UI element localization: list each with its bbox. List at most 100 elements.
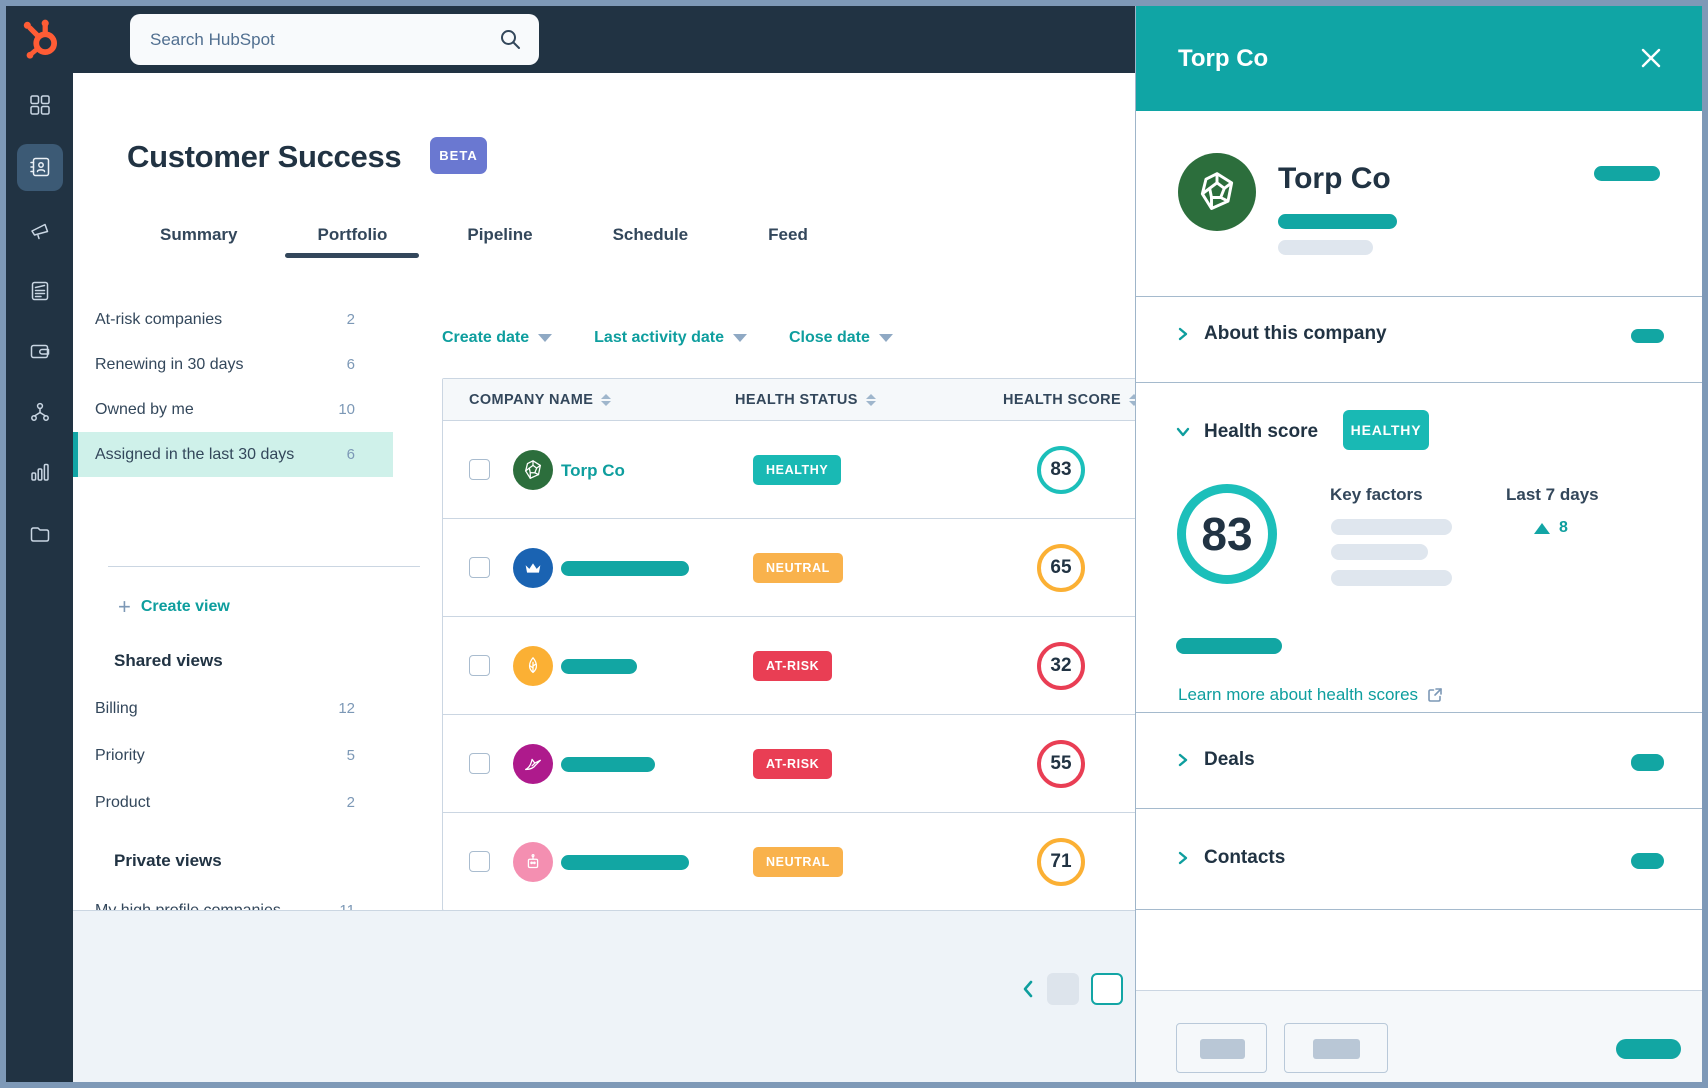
- view-item-priority[interactable]: Priority 5: [73, 733, 393, 778]
- search-input[interactable]: [130, 14, 539, 65]
- tab-portfolio[interactable]: Portfolio: [317, 225, 387, 258]
- filter-last-activity-date[interactable]: Last activity date: [594, 329, 747, 347]
- column-header-health-status[interactable]: HEALTH STATUS: [735, 379, 876, 421]
- private-views-heading: Private views: [114, 851, 222, 871]
- folder-icon[interactable]: [29, 523, 51, 545]
- health-score-ring: 65: [1037, 544, 1085, 592]
- bar-chart-icon[interactable]: [29, 461, 51, 483]
- health-status-badge: AT-RISK: [753, 749, 832, 779]
- contacts-icon[interactable]: [29, 156, 51, 178]
- company-link[interactable]: Torp Co: [561, 461, 625, 481]
- skeleton-bar: [1331, 519, 1452, 535]
- section-about-toggle[interactable]: About this company: [1176, 323, 1387, 345]
- section-contacts: Contacts: [1136, 808, 1702, 909]
- health-status-badge: HEALTHY: [753, 455, 841, 485]
- close-icon[interactable]: [1639, 46, 1663, 70]
- wallet-icon[interactable]: [29, 340, 51, 362]
- view-item-billing[interactable]: Billing 12: [73, 686, 393, 731]
- filter-bar: Create date Last activity date Close dat…: [442, 329, 893, 347]
- view-item-renewing[interactable]: Renewing in 30 days 6: [73, 342, 393, 387]
- section-about-company: About this company: [1136, 296, 1702, 382]
- company-detail-panel: Torp Co Torp Co About this company Healt…: [1135, 6, 1702, 1082]
- view-count: 12: [338, 700, 355, 717]
- panel-header: Torp Co: [1136, 6, 1702, 111]
- hubspot-logo[interactable]: [20, 18, 62, 60]
- footer-primary-action[interactable]: [1616, 1039, 1681, 1059]
- company-avatar-crown-icon: [513, 548, 553, 588]
- dashboard-grid-icon[interactable]: [29, 94, 51, 116]
- chevron-right-icon: [1176, 753, 1190, 767]
- skeleton-action[interactable]: [1631, 853, 1664, 869]
- document-icon[interactable]: [29, 280, 51, 302]
- section-deals-toggle[interactable]: Deals: [1176, 749, 1255, 771]
- filter-create-date[interactable]: Create date: [442, 329, 552, 347]
- create-view-button[interactable]: + Create view: [118, 597, 230, 617]
- footer-button-1[interactable]: [1176, 1023, 1267, 1073]
- section-health-score: Health score HEALTHY 83 Key factors Last…: [1136, 382, 1702, 712]
- top-navigation-bar: [6, 6, 1135, 73]
- filter-close-date[interactable]: Close date: [789, 329, 893, 347]
- skeleton-action[interactable]: [1631, 754, 1664, 771]
- redacted-company-name: [561, 561, 689, 576]
- previous-page-chevron-icon[interactable]: [1021, 980, 1035, 998]
- skeleton-action[interactable]: [1631, 329, 1664, 343]
- main-content: Customer Success BETA Summary Portfolio …: [73, 73, 1135, 1082]
- column-header-company-name[interactable]: COMPANY NAME: [469, 379, 611, 421]
- org-chart-icon[interactable]: [29, 401, 51, 423]
- divider: [108, 566, 420, 567]
- company-avatar-bird-icon: [513, 744, 553, 784]
- page-button-current[interactable]: [1091, 973, 1123, 1005]
- search-icon[interactable]: [498, 27, 522, 51]
- skeleton-bar: [1331, 570, 1452, 586]
- view-item-assigned-last-30-days[interactable]: Assigned in the last 30 days 6: [73, 432, 393, 477]
- table-footer-area: [73, 910, 1135, 1082]
- health-score-ring: 83: [1177, 484, 1277, 584]
- skeleton-bar: [1176, 638, 1282, 654]
- page-title: Customer Success: [127, 139, 401, 175]
- section-deals: Deals: [1136, 712, 1702, 808]
- tab-pipeline[interactable]: Pipeline: [467, 225, 532, 258]
- health-score-ring: 55: [1037, 740, 1085, 788]
- row-checkbox[interactable]: [469, 851, 490, 872]
- redacted-company-name: [561, 757, 655, 772]
- last-7-days-label: Last 7 days: [1506, 485, 1599, 505]
- row-checkbox[interactable]: [469, 655, 490, 676]
- table-row: AT-RISK 55: [443, 715, 1165, 813]
- triangle-up-icon: [1534, 523, 1550, 534]
- page-button[interactable]: [1047, 973, 1079, 1005]
- skeleton-bar: [1331, 544, 1428, 560]
- health-status-badge: NEUTRAL: [753, 553, 843, 583]
- tab-schedule[interactable]: Schedule: [613, 225, 689, 258]
- view-item-at-risk[interactable]: At-risk companies 2: [73, 297, 393, 342]
- tab-feed[interactable]: Feed: [768, 225, 808, 258]
- footer-button-2[interactable]: [1284, 1023, 1388, 1073]
- skeleton-action[interactable]: [1594, 166, 1660, 181]
- caret-down-icon: [733, 334, 747, 342]
- view-item-product[interactable]: Product 2: [73, 780, 393, 825]
- row-checkbox[interactable]: [469, 753, 490, 774]
- learn-more-link[interactable]: Learn more about health scores: [1178, 685, 1443, 705]
- section-empty: [1136, 909, 1702, 990]
- view-count: 10: [338, 401, 355, 418]
- tab-summary[interactable]: Summary: [160, 225, 237, 258]
- company-avatar-gem-icon: [1178, 153, 1256, 231]
- section-contacts-toggle[interactable]: Contacts: [1176, 847, 1285, 869]
- company-avatar-gem-icon: [513, 450, 553, 490]
- company-avatar-robot-icon: [513, 842, 553, 882]
- companies-table: COMPANY NAME HEALTH STATUS HEALTH SCORE: [442, 378, 1166, 911]
- plus-icon: +: [118, 597, 131, 617]
- company-avatar-leaf-icon: [513, 646, 553, 686]
- sort-icon: [866, 394, 876, 407]
- sort-icon: [601, 394, 611, 407]
- row-checkbox[interactable]: [469, 557, 490, 578]
- table-row: NEUTRAL 71: [443, 813, 1165, 911]
- section-health-toggle[interactable]: Health score: [1176, 421, 1318, 443]
- column-header-health-score[interactable]: HEALTH SCORE: [1003, 379, 1139, 421]
- beta-badge: BETA: [430, 137, 487, 174]
- table-header: COMPANY NAME HEALTH STATUS HEALTH SCORE: [443, 379, 1165, 421]
- health-status-badge: HEALTHY: [1343, 410, 1429, 450]
- panel-footer: [1136, 990, 1702, 1082]
- row-checkbox[interactable]: [469, 459, 490, 480]
- megaphone-icon[interactable]: [29, 219, 51, 241]
- view-item-owned-by-me[interactable]: Owned by me 10: [73, 387, 393, 432]
